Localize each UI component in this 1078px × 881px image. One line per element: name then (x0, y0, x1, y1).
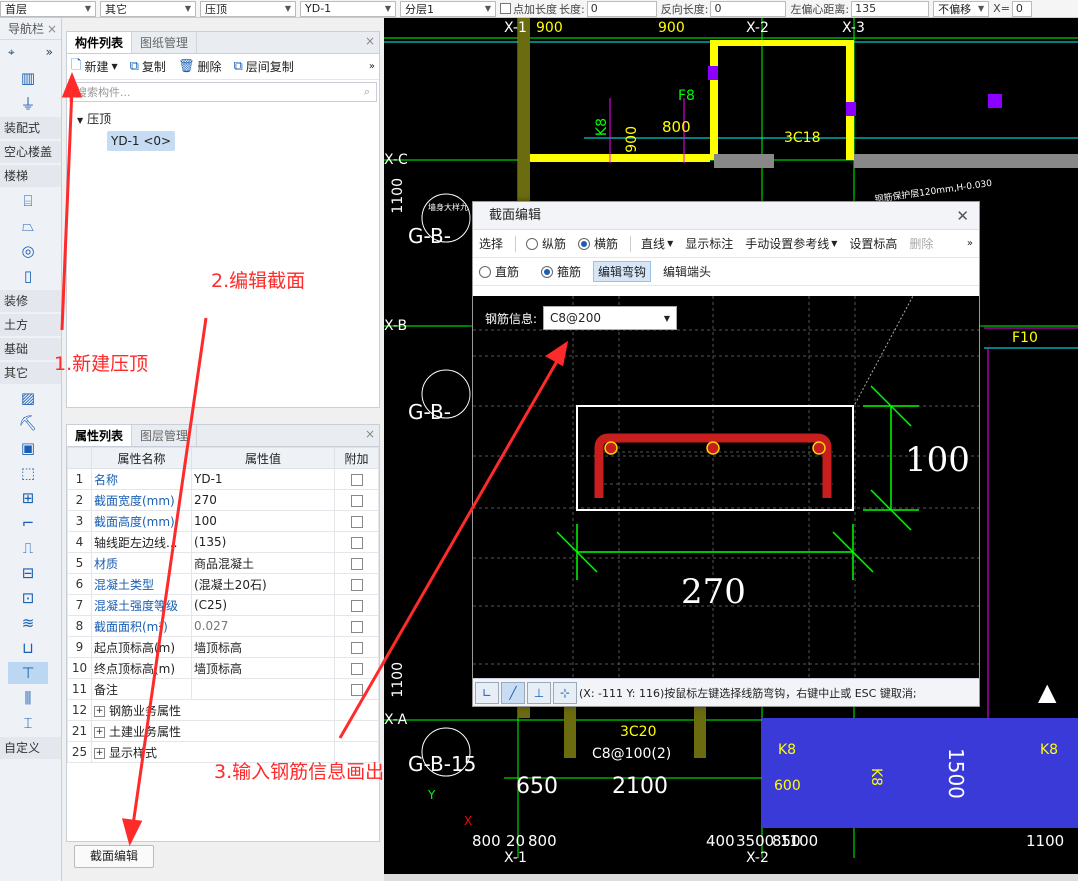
annotation-step3: 3.输入钢筋信息画出 (214, 761, 385, 783)
annotation-arrows (60, 71, 569, 847)
annotation-step1: 1.新建压顶 (54, 353, 149, 375)
annotation-step2: 2.编辑截面 (211, 270, 306, 292)
bottom-toolbar (384, 874, 1078, 881)
